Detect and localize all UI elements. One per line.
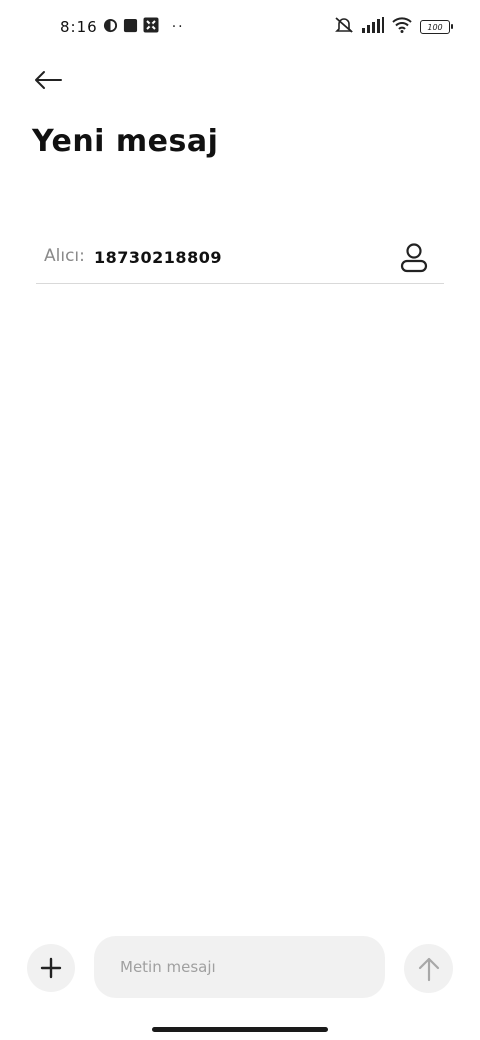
message-field [94,936,385,998]
signal-icon [362,17,384,37]
status-bar-left: 8:16 ·· [60,17,185,37]
home-indicator[interactable] [152,1027,328,1032]
battery-icon: 100 [420,20,453,34]
page-title: Yeni mesaj [32,124,219,159]
arrow-up-icon [418,957,439,981]
status-time: 8:16 [60,18,98,36]
plus-icon [40,957,62,979]
add-attachment-button[interactable] [27,944,75,992]
square-app-icon [123,18,138,37]
status-overflow-dots: ·· [171,19,185,35]
battery-level: 100 [427,22,443,32]
recipient-input[interactable] [94,242,384,272]
status-bar-right: 100 [334,16,453,38]
recipient-label: Alıcı: [44,246,85,266]
message-input[interactable] [120,954,360,980]
arrow-left-icon [35,71,62,89]
person-icon [400,243,428,273]
status-bar: 8:16 ·· 100 [0,0,480,54]
muted-bell-icon [334,16,354,38]
contact-picker-button[interactable] [398,240,430,276]
recipient-row: Alıcı: [36,232,444,284]
wifi-icon [392,17,412,37]
shuffle-app-icon [143,17,159,37]
new-message-screen: 8:16 ·· 100 Yeni mesaj Alıcı: 1873021880… [0,0,480,1040]
send-button[interactable] [404,944,453,993]
back-button[interactable] [30,64,66,96]
data-saver-icon [103,18,118,37]
